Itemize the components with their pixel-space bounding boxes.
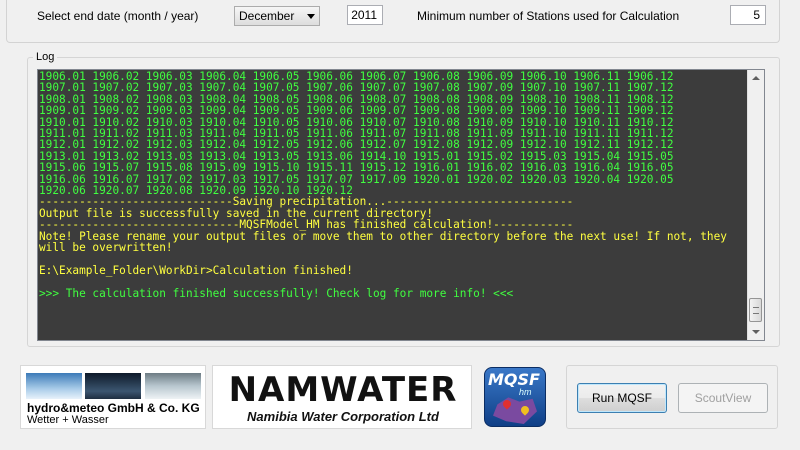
log-textbox[interactable]: 1906.01 1906.02 1906.03 1906.04 1906.05 …: [37, 69, 765, 341]
scroll-down-button[interactable]: [748, 324, 764, 340]
log-line: ------------------------------MQSFModel_…: [39, 218, 574, 232]
end-date-label: Select end date (month / year): [37, 9, 199, 23]
run-mqsf-button[interactable]: Run MQSF: [577, 383, 667, 413]
end-month-dropdown[interactable]: December: [234, 6, 320, 26]
arrow-up-icon: [752, 76, 760, 80]
log-line: E:\Example_Folder\WorkDir>Calculation fi…: [39, 263, 353, 277]
mqsf-logo-text: MQSF: [488, 370, 540, 389]
namwater-logo: NAMWATER Namibia Water Corporation Ltd: [212, 365, 472, 429]
log-line: >>> The calculation finished successfull…: [39, 286, 514, 300]
min-stations-label: Minimum number of Stations used for Calc…: [417, 9, 680, 23]
log-content: 1906.01 1906.02 1906.03 1906.04 1906.05 …: [39, 71, 749, 339]
scroll-thumb[interactable]: [749, 298, 762, 322]
hydromet-tagline: Wetter + Wasser: [27, 414, 109, 426]
log-group-title: Log: [33, 51, 58, 63]
scroll-up-button[interactable]: [748, 70, 764, 86]
chevron-down-icon: [307, 14, 315, 19]
mqsf-logo-sub: hm: [519, 387, 532, 397]
hydromet-company-name: hydro&meteo GmbH & Co. KG: [27, 401, 200, 415]
log-line: Note! Please rename your output files or…: [39, 229, 734, 255]
map-icon: [493, 397, 537, 424]
mqsf-logo: MQSF hm: [484, 367, 546, 427]
storm-image: [85, 373, 141, 399]
hydromet-logo: hydro&meteo GmbH & Co. KG Wetter + Wasse…: [20, 365, 206, 429]
end-year-input[interactable]: 2011: [347, 5, 383, 25]
sky-image: [26, 373, 82, 399]
water-image: [145, 373, 201, 399]
log-line: 1915.06 1915.07 1915.08 1915.09 1915.10 …: [39, 161, 674, 175]
namwater-subtitle: Namibia Water Corporation Ltd: [247, 409, 439, 424]
log-line: 1909.01 1909.02 1909.03 1909.04 1909.05 …: [39, 104, 674, 118]
end-month-value: December: [239, 9, 295, 23]
scoutview-button[interactable]: ScoutView: [678, 383, 768, 413]
arrow-down-icon: [752, 330, 760, 334]
min-stations-input[interactable]: 5: [730, 5, 766, 25]
log-scrollbar[interactable]: [747, 70, 764, 340]
namwater-name: NAMWATER: [228, 370, 458, 410]
